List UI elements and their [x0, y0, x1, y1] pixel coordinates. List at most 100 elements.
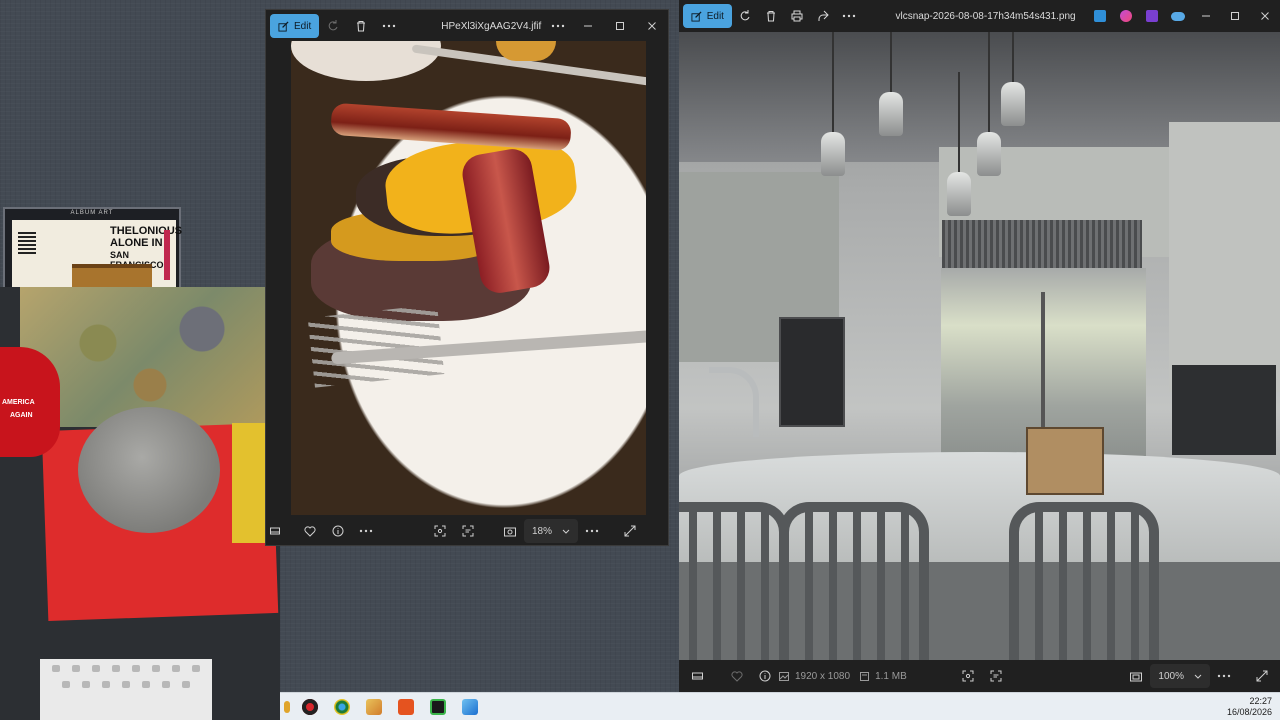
delete-icon: [766, 11, 775, 22]
zoom-value: 100%: [1158, 670, 1184, 682]
app-shortcut-1[interactable]: [1087, 2, 1113, 30]
photos-window-2: Edit vlcsnap-2026-08-08-17h34m54s431.png: [679, 0, 1280, 692]
app-shortcut-4[interactable]: [1165, 2, 1191, 30]
title-more-button[interactable]: [544, 12, 572, 40]
taskbar: 22:27 16/08/2026: [280, 692, 1280, 720]
fit-button[interactable]: [496, 517, 524, 545]
visual-search-button[interactable]: [954, 662, 982, 690]
kitchen-photo: [679, 32, 1280, 660]
fullscreen-button[interactable]: [616, 517, 644, 545]
photoshop-app-icon: [1093, 10, 1106, 22]
more-icon: [359, 529, 373, 533]
minimize-button[interactable]: [1191, 2, 1221, 30]
close-button[interactable]: [636, 12, 668, 40]
zoom-dropdown[interactable]: 18%: [524, 519, 579, 543]
food-photo: [291, 41, 646, 515]
hat-text-1: AMERICA: [2, 399, 35, 406]
clock[interactable]: 22:27 16/08/2026: [1227, 696, 1272, 718]
print-button[interactable]: [784, 2, 810, 30]
fullscreen-button[interactable]: [1248, 662, 1276, 690]
favorite-button[interactable]: [723, 662, 751, 690]
filmstrip-icon: [270, 527, 280, 535]
delete-icon: [357, 21, 366, 32]
fit-button[interactable]: [1122, 662, 1150, 690]
zoom-more-button[interactable]: [578, 517, 606, 545]
share-button[interactable]: [810, 2, 836, 30]
bottom-more-button[interactable]: [352, 517, 380, 545]
edit-button[interactable]: Edit: [270, 14, 320, 38]
info-icon: [332, 525, 344, 537]
taskbar-app-0[interactable]: [280, 693, 294, 720]
zoom-more-button[interactable]: [1210, 662, 1238, 690]
maximize-button[interactable]: [604, 12, 636, 40]
delete-button[interactable]: [758, 2, 784, 30]
minimize-button[interactable]: [572, 12, 604, 40]
taskbar-app-3[interactable]: [358, 693, 390, 720]
print-icon: [791, 10, 803, 22]
filmstrip-icon: [691, 672, 703, 680]
rotate-button[interactable]: [319, 12, 347, 40]
heart-icon: [304, 525, 316, 537]
edit-label: Edit: [706, 10, 724, 22]
album-cover-line2: ALONE IN: [110, 237, 163, 249]
game-app-icon: [398, 698, 414, 715]
album-cover-line1: THELONIOUS: [110, 225, 183, 237]
image-resolution: 1920 x 1080: [779, 671, 850, 682]
favorite-button[interactable]: [296, 517, 324, 545]
file-size: 1.1 MB: [860, 671, 907, 682]
taskbar-app-6[interactable]: [454, 693, 486, 720]
hat-text-2: AGAIN: [10, 412, 33, 419]
info-button[interactable]: [751, 662, 779, 690]
scan-text-icon: [462, 525, 474, 537]
share-icon: [818, 10, 829, 21]
delete-button[interactable]: [347, 12, 375, 40]
fit-icon: [1130, 672, 1143, 681]
visual-search-button[interactable]: [426, 517, 454, 545]
zoom-dropdown[interactable]: 100%: [1150, 664, 1210, 688]
chevron-down-icon: [562, 529, 570, 534]
file-name: vlcsnap-2026-08-08-17h34m54s431.png: [895, 10, 1076, 22]
bottom-toolbar: 1920 x 1080 1.1 MB 100%: [679, 660, 1280, 692]
taskbar-app-4[interactable]: [390, 693, 422, 720]
edit-icon: [278, 20, 289, 32]
maximize-icon: [1231, 12, 1240, 20]
copilot-app-icon: [1119, 10, 1132, 22]
taskbar-app-5[interactable]: [422, 693, 454, 720]
maximize-button[interactable]: [1221, 2, 1251, 30]
scan-text-button[interactable]: [982, 662, 1010, 690]
zoom-value: 18%: [532, 525, 553, 537]
info-icon: [759, 670, 771, 682]
more-button[interactable]: [375, 12, 403, 40]
photos-window-1: Edit HPeXl3iXgAAG2V4.jfif 18%: [265, 9, 669, 546]
edit-icon: [691, 10, 702, 22]
edit-button[interactable]: Edit: [682, 4, 732, 28]
filmstrip-button[interactable]: [266, 517, 284, 545]
clock-time: 22:27: [1249, 696, 1272, 706]
fullscreen-icon: [624, 525, 636, 537]
scan-text-icon: [990, 670, 1002, 682]
more-icon: [551, 24, 565, 28]
taskbar-app-2[interactable]: [326, 693, 358, 720]
app-shortcut-3[interactable]: [1139, 2, 1165, 30]
folder-app-icon: [284, 700, 290, 713]
info-button[interactable]: [324, 517, 352, 545]
close-icon: [648, 22, 656, 30]
clipchamp-app-icon: [1145, 10, 1158, 22]
more-icon: [585, 529, 599, 533]
more-icon: [842, 14, 856, 18]
app-shortcut-2[interactable]: [1113, 2, 1139, 30]
rotate-icon: [740, 10, 750, 21]
scan-text-button[interactable]: [454, 517, 482, 545]
close-button[interactable]: [1250, 2, 1280, 30]
storage-icon: [860, 671, 870, 681]
album-art-widget: ALBUM ART THELONIOUS ALONE IN SAN FRANCI…: [3, 207, 183, 294]
clock-date: 16/08/2026: [1226, 707, 1272, 717]
filmstrip-button[interactable]: [683, 662, 711, 690]
close-icon: [1261, 12, 1270, 20]
visual-search-icon: [434, 525, 446, 537]
taskbar-app-1[interactable]: [294, 693, 326, 720]
red-hat: AMERICA AGAIN: [0, 347, 60, 457]
more-button[interactable]: [836, 2, 862, 30]
rotate-button[interactable]: [732, 2, 758, 30]
maximize-icon: [616, 22, 624, 30]
